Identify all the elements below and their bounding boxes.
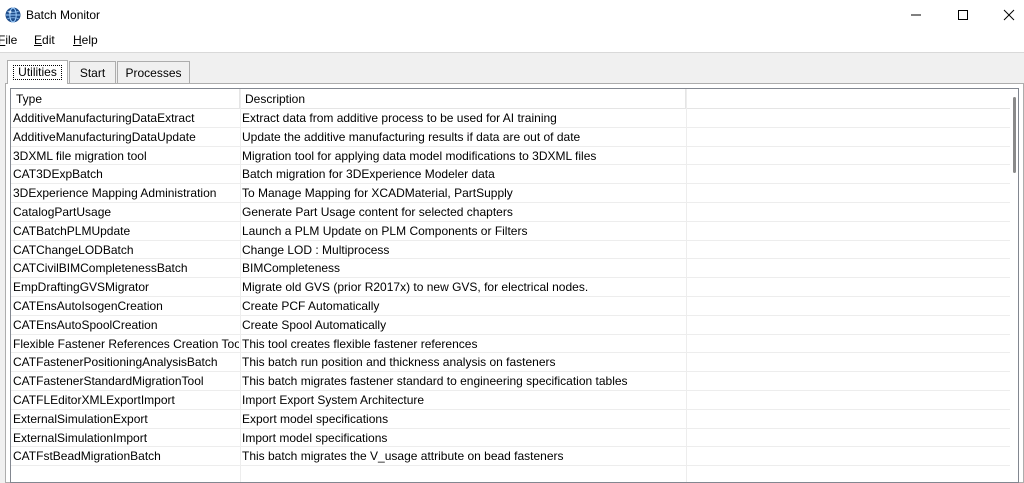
- table-row[interactable]: EmpDraftingGVSMigrator Migrate old GVS (p…: [11, 278, 1011, 297]
- row-description-cell: This batch migrates the V_usage attribut…: [242, 449, 564, 464]
- table-row[interactable]: CAT3DExpBatch Batch migration for 3DExper…: [11, 165, 1011, 185]
- table-row[interactable]: AdditiveManufacturingDataExtract Extract …: [11, 109, 1011, 128]
- row-type-cell: CATChangeLODBatch: [13, 242, 134, 257]
- menu-help-label: elp: [81, 33, 98, 47]
- row-type-cell: CATFstBeadMigrationBatch: [13, 449, 161, 464]
- table-row[interactable]: CATBatchPLMUpdate Launch a PLM Update on …: [11, 222, 1011, 241]
- tab-start[interactable]: Start: [69, 61, 116, 84]
- row-type-cell: EmpDraftingGVSMigrator: [13, 280, 150, 295]
- row-type-cell: 3DXML file migration tool: [13, 148, 147, 163]
- tab-processes-label: Processes: [125, 66, 182, 80]
- row-description-cell: Update the additive manufacturing result…: [242, 129, 581, 144]
- row-description-cell: Export model specifications: [242, 411, 389, 426]
- row-type-cell: AdditiveManufacturingDataExtract: [13, 111, 195, 125]
- row-type-cell: CATFLEditorXMLExportImport: [13, 392, 175, 407]
- menu-help-mnemonic: H: [73, 33, 82, 47]
- menu-file[interactable]: File: [0, 33, 17, 47]
- table-row[interactable]: 3DExperience Mapping Administration To Ma…: [11, 184, 1011, 203]
- table-row[interactable]: CATFastenerPositioningAnalysisBatch This …: [11, 353, 1011, 373]
- row-description-cell: Change LOD : Multiprocess: [242, 242, 390, 257]
- minimize-button[interactable]: [893, 0, 939, 30]
- vertical-scrollbar[interactable]: [1010, 89, 1018, 482]
- menu-help[interactable]: Help: [73, 33, 98, 47]
- menu-file-label: ile: [5, 33, 18, 47]
- close-icon: [1003, 9, 1015, 21]
- row-type-cell: ExternalSimulationExport: [13, 411, 148, 426]
- table-row[interactable]: CATChangeLODBatch Change LOD : Multiproce…: [11, 241, 1011, 260]
- table-row[interactable]: AdditiveManufacturingDataUpdate Update th…: [11, 128, 1011, 147]
- row-type-cell: CATEnsAutoIsogenCreation: [13, 298, 163, 313]
- table-row[interactable]: Flexible Fastener References Creation To…: [11, 335, 1011, 354]
- row-description-cell: Generate Part Usage content for selected…: [242, 204, 513, 219]
- tab-processes[interactable]: Processes: [117, 61, 190, 84]
- menu-edit-mnemonic: E: [34, 33, 43, 47]
- column-header-filler: [686, 89, 1011, 109]
- row-type-cell: Flexible Fastener References Creation To…: [13, 336, 239, 351]
- row-type-cell: CATBatchPLMUpdate: [13, 223, 131, 238]
- window-title: Batch Monitor: [26, 8, 101, 22]
- row-description-cell: Migrate old GVS (prior R2017x) to new GV…: [242, 280, 589, 295]
- column-header-description[interactable]: Description: [240, 89, 686, 109]
- row-type-cell: AdditiveManufacturingDataUpdate: [13, 129, 196, 144]
- title-bar: Batch Monitor: [0, 0, 1024, 30]
- table-row[interactable]: ExternalSimulationImport Import model spe…: [11, 429, 1011, 448]
- menu-edit[interactable]: Edit: [34, 33, 55, 47]
- table-row[interactable]: CATEnsAutoIsogenCreation Create PCF Autom…: [11, 297, 1011, 316]
- row-type-cell: CATEnsAutoSpoolCreation: [13, 317, 158, 332]
- menu-bar: File Edit Help: [0, 30, 1024, 50]
- table-row[interactable]: CATCivilBIMCompletenessBatch BIMCompleten…: [11, 259, 1011, 279]
- list-rows: AdditiveManufacturingDataExtract Extract …: [11, 109, 1011, 467]
- tab-utilities-label: Utilities: [13, 65, 62, 80]
- row-description-cell: To Manage Mapping for XCADMaterial, Part…: [242, 186, 513, 201]
- row-description-cell: Create PCF Automatically: [242, 298, 380, 313]
- table-row[interactable]: CATFstBeadMigrationBatch This batch migra…: [11, 447, 1011, 467]
- menu-edit-label: dit: [42, 33, 55, 47]
- row-type-cell: CATFastenerPositioningAnalysisBatch: [13, 355, 218, 370]
- table-row[interactable]: 3DXML file migration tool Migration tool …: [11, 147, 1011, 166]
- table-row[interactable]: ExternalSimulationExport Export model spe…: [11, 410, 1011, 429]
- row-type-cell: ExternalSimulationImport: [13, 430, 148, 445]
- row-description-cell: Import Export System Architecture: [242, 392, 425, 407]
- row-description-cell: Batch migration for 3DExperience Modeler…: [242, 167, 495, 182]
- row-description-cell: Migration tool for applying data model m…: [242, 148, 597, 163]
- scrollbar-thumb[interactable]: [1013, 97, 1016, 173]
- list-header: Type Description: [11, 89, 1011, 109]
- row-description-cell: Import model specifications: [242, 430, 388, 445]
- row-type-cell: CATFastenerStandardMigrationTool: [13, 374, 204, 389]
- row-description-cell: This tool creates flexible fastener refe…: [242, 336, 478, 351]
- row-type-cell: 3DExperience Mapping Administration: [13, 186, 217, 201]
- tab-utilities[interactable]: Utilities: [7, 60, 68, 84]
- globe-app-icon[interactable]: [5, 7, 21, 23]
- row-description-cell: BIMCompleteness: [242, 261, 341, 276]
- tab-start-label: Start: [79, 66, 106, 80]
- minimize-icon: [911, 14, 921, 16]
- row-description-cell: This batch migrates fastener standard to…: [242, 374, 628, 389]
- row-description-cell: Create Spool Automatically: [242, 317, 387, 332]
- utilities-list-view[interactable]: Type Description AdditiveManufacturingDa…: [10, 88, 1019, 483]
- row-description-cell: Launch a PLM Update on PLM Components or…: [242, 223, 528, 238]
- row-description-cell: Extract data from additive process to be…: [242, 111, 557, 125]
- table-row[interactable]: CATFastenerStandardMigrationTool This bat…: [11, 372, 1011, 391]
- table-row[interactable]: CatalogPartUsage Generate Part Usage cont…: [11, 203, 1011, 222]
- row-type-cell: CAT3DExpBatch: [13, 167, 103, 182]
- maximize-button[interactable]: [940, 0, 986, 30]
- column-header-type[interactable]: Type: [11, 89, 240, 109]
- row-description-cell: This batch run position and thickness an…: [242, 355, 556, 370]
- close-button[interactable]: [986, 0, 1024, 30]
- table-row[interactable]: CATFLEditorXMLExportImport Import Export …: [11, 391, 1011, 410]
- table-row[interactable]: CATEnsAutoSpoolCreation Create Spool Auto…: [11, 316, 1011, 335]
- row-type-cell: CatalogPartUsage: [13, 204, 112, 219]
- maximize-icon: [958, 10, 968, 20]
- row-type-cell: CATCivilBIMCompletenessBatch: [13, 261, 188, 276]
